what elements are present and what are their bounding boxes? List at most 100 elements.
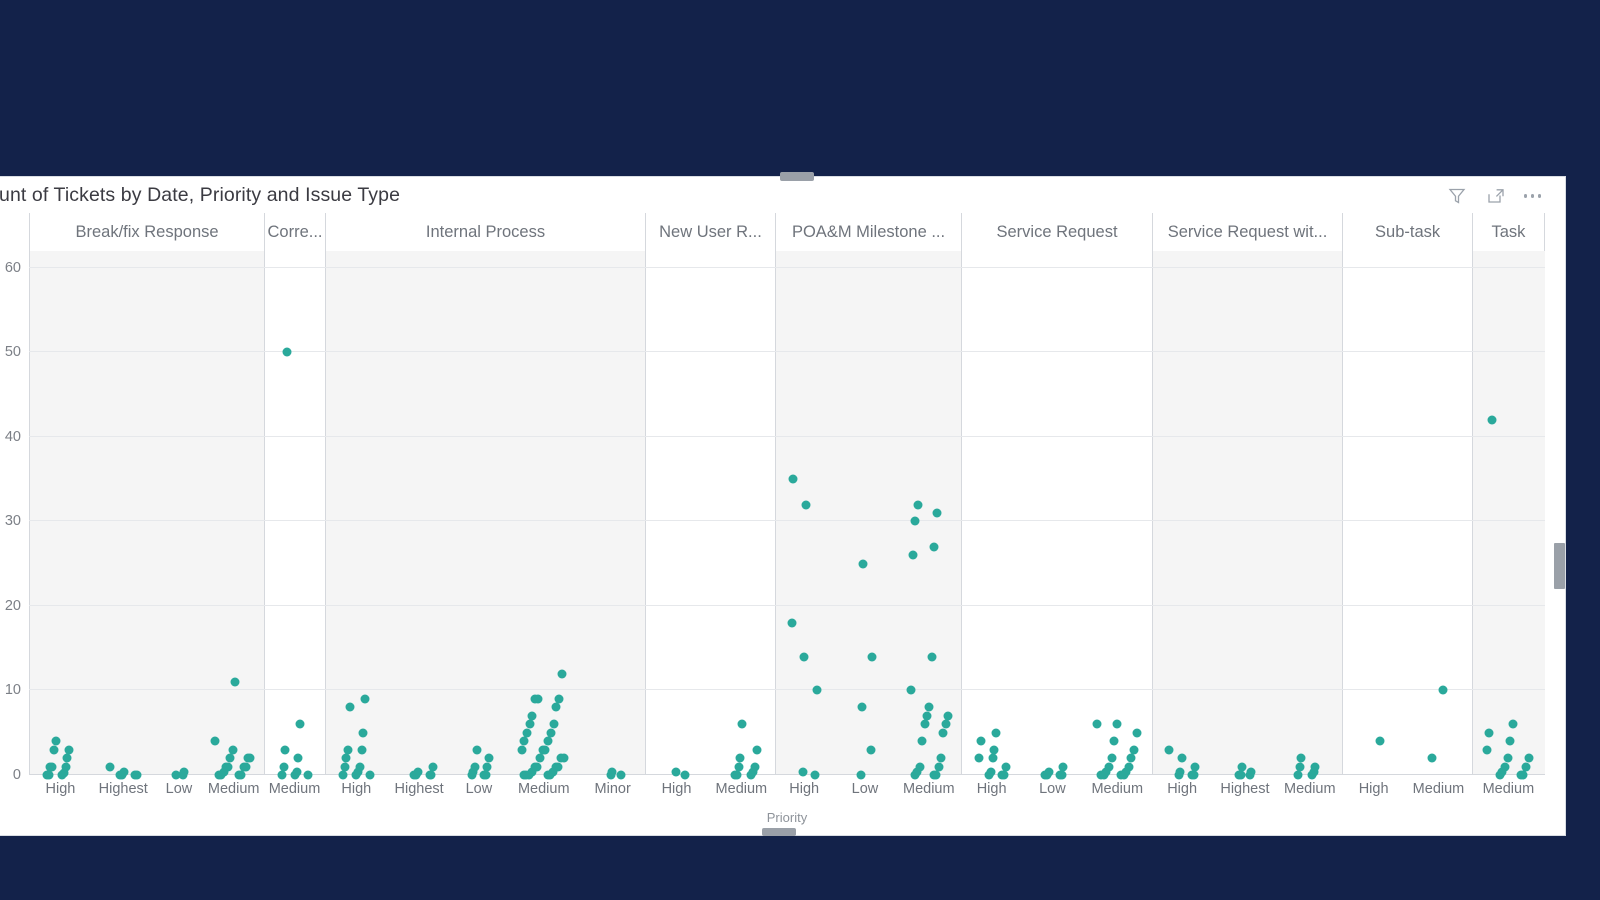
scatter-point[interactable]	[428, 762, 438, 772]
scatter-point[interactable]	[607, 767, 617, 777]
scatter-point[interactable]	[1129, 745, 1139, 755]
x-axis-category-label[interactable]: Medium	[1083, 775, 1152, 803]
scatter-point[interactable]	[737, 719, 747, 729]
scatter-point[interactable]	[1518, 770, 1528, 780]
scatter-point[interactable]	[426, 770, 436, 780]
scatter-point[interactable]	[279, 762, 289, 772]
scatter-point[interactable]	[1104, 762, 1114, 772]
scatter-point[interactable]	[991, 728, 1001, 738]
x-axis-category-label[interactable]: Low	[1022, 775, 1083, 803]
x-axis-category-label[interactable]: Medium	[708, 775, 775, 803]
scatter-point[interactable]	[64, 745, 74, 755]
scatter-point[interactable]	[801, 500, 811, 510]
x-axis-category-label[interactable]: High	[775, 775, 834, 803]
scatter-point[interactable]	[1107, 753, 1117, 763]
scatter-point[interactable]	[482, 762, 492, 772]
scatter-point[interactable]	[799, 652, 809, 662]
x-axis-category-label[interactable]: High	[1152, 775, 1213, 803]
scatter-point[interactable]	[857, 702, 867, 712]
scatter-point[interactable]	[1044, 767, 1054, 777]
scatter-point[interactable]	[988, 753, 997, 763]
scatter-point[interactable]	[355, 762, 365, 772]
scatter-point[interactable]	[938, 728, 948, 738]
scatter-point[interactable]	[858, 559, 868, 569]
priority-category-column[interactable]	[834, 251, 896, 780]
scatter-point[interactable]	[358, 728, 368, 738]
scatter-point[interactable]	[293, 753, 303, 763]
scatter-point[interactable]	[357, 745, 367, 755]
scatter-point[interactable]	[535, 753, 545, 763]
x-axis-category-label[interactable]: Medium	[203, 775, 264, 803]
more-options-icon[interactable]	[1523, 185, 1541, 207]
scatter-point[interactable]	[934, 762, 944, 772]
scatter-point[interactable]	[798, 767, 808, 777]
scatter-point[interactable]	[929, 542, 939, 552]
scatter-point[interactable]	[810, 770, 820, 780]
scatter-point[interactable]	[522, 728, 532, 738]
priority-category-column[interactable]	[580, 251, 645, 780]
scatter-point[interactable]	[345, 702, 355, 712]
scatter-point[interactable]	[413, 767, 423, 777]
scatter-point[interactable]	[932, 508, 942, 518]
x-axis-category-label[interactable]: Medium	[507, 775, 580, 803]
scatter-point[interactable]	[974, 753, 984, 763]
scatter-point[interactable]	[866, 745, 876, 755]
scatter-point[interactable]	[1295, 762, 1305, 772]
focus-mode-icon[interactable]	[1485, 185, 1507, 207]
scatter-point[interactable]	[1112, 719, 1122, 729]
scatter-point[interactable]	[1126, 753, 1136, 763]
priority-category-column[interactable]	[962, 251, 1022, 780]
priority-category-column[interactable]	[897, 251, 962, 780]
scatter-point[interactable]	[559, 753, 569, 763]
scatter-point[interactable]	[341, 753, 351, 763]
scatter-point[interactable]	[920, 719, 930, 729]
x-axis-category-label[interactable]: Low	[451, 775, 508, 803]
scatter-point[interactable]	[1484, 728, 1494, 738]
scatter-point[interactable]	[913, 500, 923, 510]
scatter-point[interactable]	[519, 736, 529, 746]
priority-category-column[interactable]	[155, 251, 203, 780]
scatter-point[interactable]	[943, 711, 953, 721]
scatter-point[interactable]	[922, 711, 932, 721]
scatter-point[interactable]	[788, 474, 798, 484]
priority-category-column[interactable]	[451, 251, 508, 780]
scatter-point[interactable]	[557, 669, 567, 679]
scatter-plot-body[interactable]	[29, 251, 1545, 780]
priority-category-column[interactable]	[265, 251, 325, 780]
scatter-point[interactable]	[1058, 762, 1068, 772]
scatter-point[interactable]	[1237, 762, 1247, 772]
x-axis-category-label[interactable]: High	[1342, 775, 1405, 803]
x-axis-category-label[interactable]: Low	[155, 775, 204, 803]
priority-category-column[interactable]	[204, 251, 265, 780]
scatter-point[interactable]	[546, 728, 556, 738]
scatter-point[interactable]	[1296, 753, 1306, 763]
x-axis-category-label[interactable]: Highest	[1213, 775, 1278, 803]
scatter-point[interactable]	[245, 753, 255, 763]
scatter-point[interactable]	[941, 719, 951, 729]
scatter-point[interactable]	[543, 736, 553, 746]
scatter-point[interactable]	[61, 762, 71, 772]
priority-category-column[interactable]	[1278, 251, 1343, 780]
scatter-point[interactable]	[517, 745, 527, 755]
scatter-point[interactable]	[735, 753, 745, 763]
scatter-point[interactable]	[1375, 736, 1385, 746]
scatter-point[interactable]	[365, 770, 375, 780]
priority-category-column[interactable]	[1023, 251, 1083, 780]
scatter-point[interactable]	[1293, 770, 1303, 780]
scatter-point[interactable]	[1487, 415, 1497, 425]
priority-category-column[interactable]	[1343, 251, 1405, 775]
scatter-point[interactable]	[540, 745, 550, 755]
scatter-point[interactable]	[734, 762, 744, 772]
scatter-point[interactable]	[616, 770, 626, 780]
scatter-point[interactable]	[915, 762, 925, 772]
scatter-point[interactable]	[525, 719, 535, 729]
visual-resize-handle-bottom[interactable]	[762, 828, 796, 836]
scatter-point[interactable]	[343, 745, 353, 755]
scatter-point[interactable]	[1132, 728, 1142, 738]
scatter-point[interactable]	[750, 762, 760, 772]
scatter-point[interactable]	[1189, 770, 1199, 780]
scatter-point[interactable]	[1001, 762, 1011, 772]
scatter-point[interactable]	[241, 762, 251, 772]
scatter-point[interactable]	[752, 745, 762, 755]
scatter-point[interactable]	[225, 753, 235, 763]
